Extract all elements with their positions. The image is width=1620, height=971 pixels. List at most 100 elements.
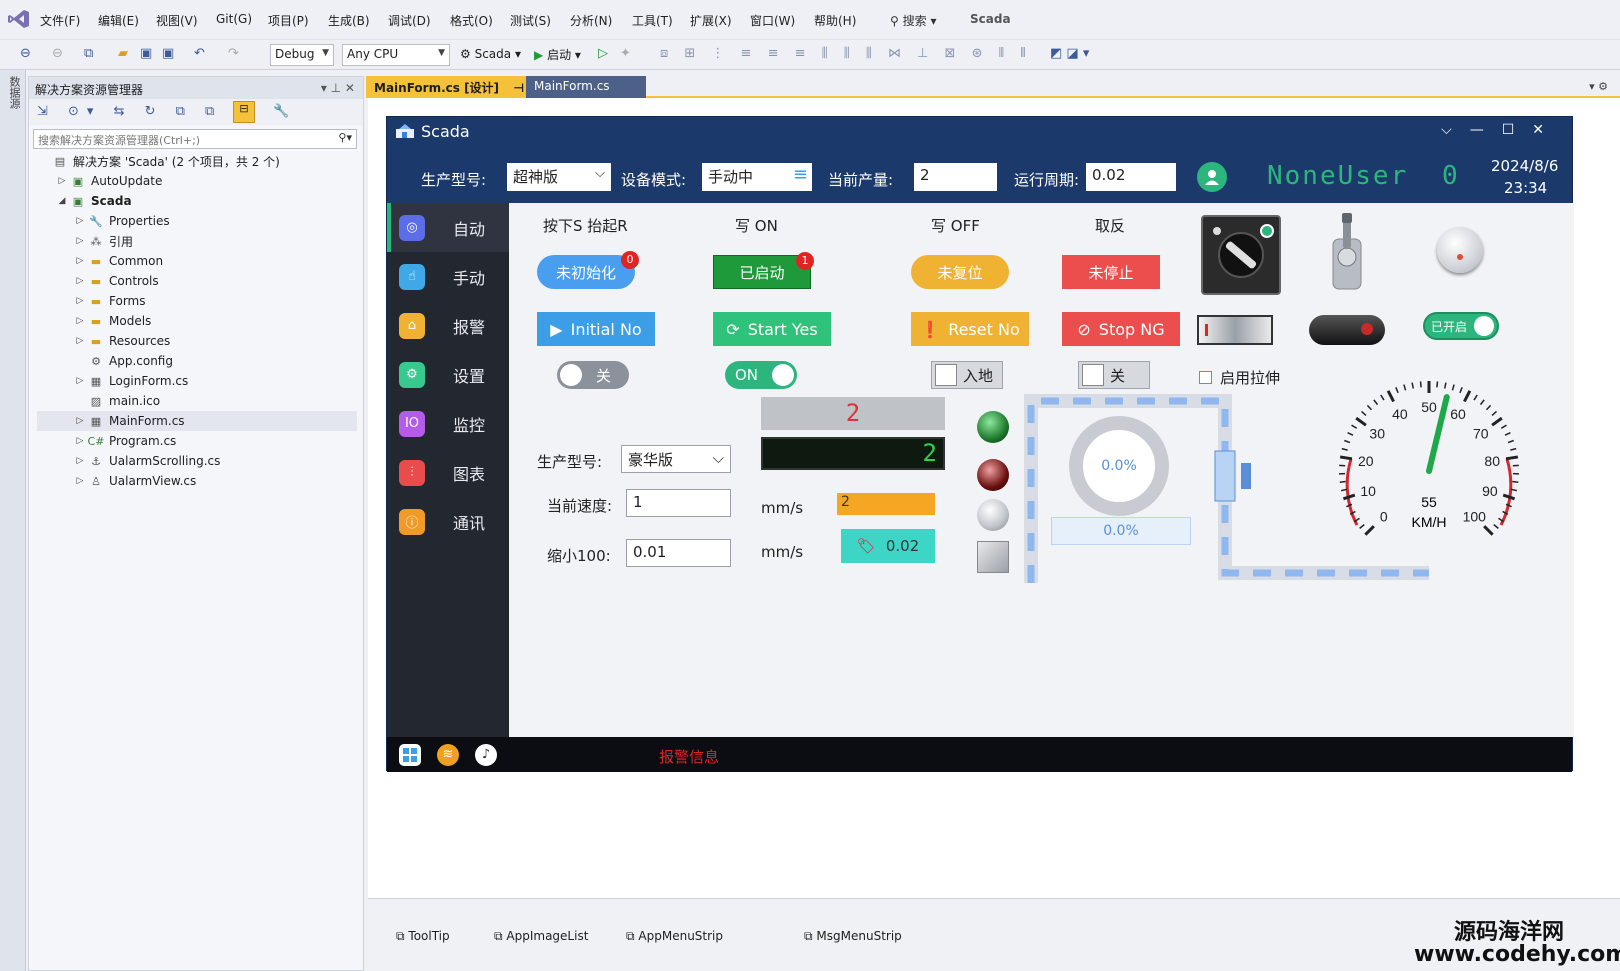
tree-item[interactable]: ▷ ⁂ 引用 <box>37 231 357 251</box>
menu-item[interactable]: Git(G) <box>216 12 252 26</box>
menu-item[interactable]: 格式(O) <box>450 12 493 29</box>
stop-ng-button[interactable]: ⊘ Stop NG <box>1062 312 1180 346</box>
user-icon[interactable] <box>1197 162 1227 192</box>
tree-item[interactable]: ▷ C# Program.cs <box>37 431 357 451</box>
tree-item[interactable]: ▷ ⚓ UalarmScrolling.cs <box>37 451 357 471</box>
save-all-icon[interactable]: ▣ <box>162 46 174 61</box>
tree-item[interactable]: ▷ ▣ AutoUpdate <box>37 171 357 191</box>
menu-item[interactable]: 测试(S) <box>510 12 551 29</box>
expand-icon[interactable]: ▷ <box>73 316 87 326</box>
model2-select[interactable]: 豪华版 ⌵ <box>621 445 731 473</box>
nav-item-auto[interactable]: ◎ 自动 <box>387 203 509 252</box>
model-select[interactable]: 超神版 ⌵ <box>507 163 611 191</box>
tray-msgmenustrip[interactable]: ⧉ MsgMenuStrip <box>804 929 902 944</box>
nav-item-comm[interactable]: ⓘ 通讯 <box>387 497 509 546</box>
solution-tool-icons[interactable]: ⇲ ⊙▾ ⇆ ↻ ⧉ ⧉ ‹› 🔧 <box>37 104 297 119</box>
tray-imagelist[interactable]: ⧉ AppImageList <box>494 929 588 944</box>
enabled-switch[interactable]: 已开启 <box>1423 312 1499 340</box>
start-button[interactable]: ▶ 启动 ▾ <box>534 46 581 63</box>
off-checkbox[interactable]: 关 <box>1078 361 1150 389</box>
output-field[interactable]: 2 <box>914 163 997 191</box>
toggle-lever-switch[interactable] <box>1327 213 1367 291</box>
scale-input[interactable]: 0.01 <box>626 539 731 567</box>
initial-button[interactable]: ▶ Initial No <box>537 312 655 346</box>
slider-switch-metal[interactable] <box>1197 315 1273 345</box>
nav-item-settings[interactable]: ⚙ 设置 <box>387 350 509 399</box>
menu-item[interactable]: 扩展(X) <box>690 12 732 29</box>
not-stopped-pill[interactable]: 未停止 <box>1062 255 1160 289</box>
minimize-icon[interactable]: — <box>1470 122 1502 138</box>
stretch-checkbox[interactable]: 启用拉伸 <box>1199 367 1280 388</box>
tree-item[interactable]: ▷ ▦ LoginForm.cs <box>37 371 357 391</box>
menu-item[interactable]: 帮助(H) <box>814 12 856 29</box>
tree-item[interactable]: ▷ ▬ Controls <box>37 271 357 291</box>
expand-icon[interactable]: ▷ <box>55 176 69 186</box>
speed-input[interactable]: 1 <box>626 489 731 517</box>
nav-item-hand[interactable]: ☝ 手动 <box>387 252 509 301</box>
tree-item[interactable]: ▷ ▬ Forms <box>37 291 357 311</box>
reset-no-button[interactable]: ❗ Reset No <box>911 312 1029 346</box>
on-toggle[interactable]: ON <box>725 361 797 389</box>
search-button[interactable]: ⚲ 搜索 ▾ <box>890 12 936 29</box>
expand-icon[interactable]: ▷ <box>73 436 87 446</box>
startup-project[interactable]: ⚙ Scada ▾ <box>460 47 521 61</box>
rocker-switch[interactable] <box>1309 315 1385 345</box>
start-yes-button[interactable]: ⟳ Start Yes <box>713 312 831 346</box>
ground-checkbox[interactable]: 入地 <box>931 361 1003 389</box>
mode-field[interactable]: 手动中 ≡ <box>702 163 812 191</box>
started-pill[interactable]: 已启动 1 <box>713 252 814 289</box>
tree-item[interactable]: ▷ ▬ Models <box>37 311 357 331</box>
tree-item[interactable]: ▷ ▬ Resources <box>37 331 357 351</box>
save-icon[interactable]: ▣ <box>140 46 152 61</box>
start-without-debug-icon[interactable]: ▷ <box>598 46 608 61</box>
windows-icon[interactable] <box>399 744 421 766</box>
forward-icon[interactable]: ⊖ <box>52 46 63 61</box>
new-project-icon[interactable]: ⧉ <box>84 46 93 61</box>
expand-icon[interactable]: ▷ <box>73 476 87 486</box>
configuration-select[interactable]: Debug ▼ <box>270 44 334 66</box>
menu-icon[interactable]: ≡ <box>793 164 808 185</box>
tab-mainform-designer[interactable]: MainForm.cs [设计] ⊣ ✕ <box>366 76 544 98</box>
menu-item[interactable]: 工具(T) <box>632 12 673 29</box>
expand-icon[interactable]: ▷ <box>73 236 87 246</box>
close-icon[interactable]: ✕ <box>1532 122 1562 138</box>
redo-icon[interactable]: ↷ <box>228 46 239 61</box>
expand-icon[interactable]: ▷ <box>73 456 87 466</box>
expand-icon[interactable]: ▷ <box>73 376 87 386</box>
tree-item[interactable]: ◢ ▣ Scada <box>37 191 357 211</box>
preview-icon[interactable]: ⊟ <box>233 101 255 123</box>
tree-item[interactable]: ▷ ▦ MainForm.cs <box>37 411 357 431</box>
order-icons[interactable]: ◩ ◪ ▾ <box>1050 46 1089 61</box>
tree-item[interactable]: ▷ ♙ UalarmView.cs <box>37 471 357 491</box>
tree-item[interactable]: ▨ main.ico <box>37 391 357 411</box>
dropdown-icon[interactable]: ⌵ <box>1441 122 1470 138</box>
back-icon[interactable]: ⊖ <box>20 46 31 61</box>
expand-icon[interactable]: ▷ <box>73 276 87 286</box>
menu-item[interactable]: 项目(P) <box>268 12 309 29</box>
tab-overflow-icon[interactable]: ▾ ⚙ <box>1589 80 1608 93</box>
pin-icon[interactable]: ⊣ <box>513 81 524 95</box>
nav-item-alarm[interactable]: ⌂ 报警 <box>387 301 509 350</box>
expand-icon[interactable]: ▷ <box>73 296 87 306</box>
maximize-icon[interactable]: ☐ <box>1502 122 1533 138</box>
uninitialized-pill[interactable]: 未初始化 0 <box>537 251 639 289</box>
tree-item[interactable]: ▤ 解决方案 'Scada' (2 个项目，共 2 个) <box>37 151 357 171</box>
layout-tool-icons[interactable]: ⧈ ⊞ ⋮ ≡ ≡ ≡ ⫼ ⫼ ⫼ ⋈ ⊥ ⊠ ⊛ ⫴ ⫴ <box>660 46 1032 61</box>
tree-item[interactable]: ▷ 🔧 Properties <box>37 211 357 231</box>
tray-tooltip[interactable]: ⧉ ToolTip <box>396 929 450 944</box>
expand-icon[interactable]: ▷ <box>73 336 87 346</box>
not-reset-pill[interactable]: 未复位 <box>911 255 1009 289</box>
undo-icon[interactable]: ↶ <box>194 46 205 61</box>
visual-studio-logo-icon[interactable] <box>8 9 30 29</box>
tab-mainform-code[interactable]: MainForm.cs <box>526 76 646 98</box>
solution-search-input[interactable]: 搜索解决方案资源管理器(Ctrl+;) ⚲▾ <box>33 129 357 149</box>
menu-item[interactable]: 分析(N) <box>570 12 612 29</box>
expand-icon[interactable]: ▷ <box>73 216 87 226</box>
tree-item[interactable]: ▷ ▬ Common <box>37 251 357 271</box>
round-knob[interactable] <box>1437 227 1483 273</box>
bell-icon[interactable]: ♪ <box>475 744 497 766</box>
tray-appmenustrip[interactable]: ⧉ AppMenuStrip <box>626 929 723 944</box>
wifi-icon[interactable]: ≋ <box>437 744 459 766</box>
open-icon[interactable]: ▰ <box>118 46 128 61</box>
expand-icon[interactable]: ◢ <box>55 196 69 206</box>
